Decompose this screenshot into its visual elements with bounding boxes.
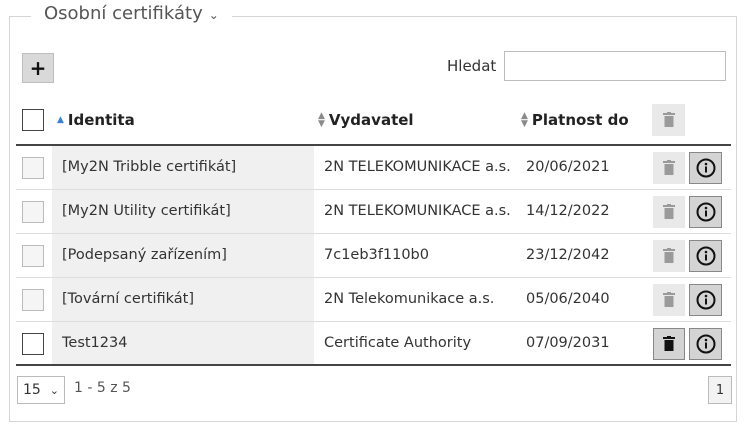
info-icon <box>696 290 715 310</box>
row-checkbox[interactable] <box>22 245 44 267</box>
cell-valid-to: 05/06/2040 <box>526 291 610 307</box>
row-checkbox[interactable] <box>22 201 44 223</box>
cell-issuer: Certificate Authority <box>324 335 472 351</box>
sort-asc-icon: ▲ <box>57 115 64 125</box>
cell-valid-to: 23/12/2042 <box>526 247 610 263</box>
panel-border <box>232 16 737 17</box>
info-button[interactable] <box>689 196 722 228</box>
chevron-down-icon: ⌄ <box>49 383 59 397</box>
cell-issuer: 2N TELEKOMUNIKACE a.s. <box>324 159 511 175</box>
cell-identity: [Tovární certifikát] <box>62 291 194 307</box>
cell-valid-to: 14/12/2022 <box>526 203 610 219</box>
trash-icon <box>663 248 675 263</box>
delete-selected-button[interactable] <box>652 104 685 136</box>
table-row[interactable]: [My2N Tribble certifikát] 2N TELEKOMUNIK… <box>16 146 731 190</box>
table-row[interactable]: [My2N Utility certifikát] 2N TELEKOMUNIK… <box>16 190 731 234</box>
page-size-value: 15 <box>23 382 41 398</box>
delete-button[interactable] <box>653 328 685 360</box>
delete-button[interactable] <box>653 152 685 184</box>
delete-button[interactable] <box>653 284 685 316</box>
page-button[interactable]: 1 <box>708 376 732 404</box>
cell-identity: [My2N Tribble certifikát] <box>62 159 237 175</box>
chevron-down-icon: ⌄ <box>208 8 219 22</box>
info-button[interactable] <box>689 152 722 184</box>
cell-valid-to: 07/09/2031 <box>526 335 610 351</box>
select-all-checkbox[interactable] <box>22 109 44 131</box>
table-row[interactable]: Test1234 Certificate Authority 07/09/203… <box>16 322 731 366</box>
column-header-identity[interactable]: ▲ Identita <box>57 111 135 129</box>
cell-identity: Test1234 <box>62 335 128 351</box>
row-checkbox[interactable] <box>22 333 44 355</box>
cell-issuer: 2N Telekomunikace a.s. <box>324 291 495 307</box>
trash-icon <box>663 160 675 175</box>
cell-identity: [Podepsaný zařízením] <box>62 247 227 263</box>
cell-identity: [My2N Utility certifikát] <box>62 203 231 219</box>
trash-icon <box>663 292 675 307</box>
cell-valid-to: 20/06/2021 <box>526 159 610 175</box>
table-footer-divider <box>16 364 731 366</box>
delete-button[interactable] <box>653 240 685 272</box>
table-row[interactable]: [Tovární certifikát] 2N Telekomunikace a… <box>16 278 731 322</box>
search-input[interactable] <box>504 51 726 81</box>
panel-border <box>9 16 31 17</box>
page-size-select[interactable]: 15 ⌄ <box>17 376 65 404</box>
trash-icon <box>662 112 675 127</box>
column-header-valid-to[interactable]: ▲ ▼ Platnost do <box>521 111 629 129</box>
trash-icon <box>663 336 675 351</box>
add-certificate-button[interactable]: + <box>22 53 54 83</box>
plus-icon: + <box>29 56 47 80</box>
cell-issuer: 7c1eb3f110b0 <box>324 247 429 263</box>
info-icon <box>696 158 715 178</box>
panel-title[interactable]: Osobní certifikáty ⌄ <box>44 3 223 24</box>
info-button[interactable] <box>689 328 722 360</box>
sort-icon: ▲ ▼ <box>318 111 325 129</box>
info-button[interactable] <box>689 240 722 272</box>
cell-issuer: 2N TELEKOMUNIKACE a.s. <box>324 203 511 219</box>
delete-button[interactable] <box>653 196 685 228</box>
trash-icon <box>663 204 675 219</box>
column-header-issuer[interactable]: ▲ ▼ Vydavatel <box>318 111 414 129</box>
info-button[interactable] <box>689 284 722 316</box>
row-checkbox[interactable] <box>22 289 44 311</box>
search-label: Hledat <box>447 57 497 75</box>
table-row[interactable]: [Podepsaný zařízením] 7c1eb3f110b0 23/12… <box>16 234 731 278</box>
row-checkbox[interactable] <box>22 157 44 179</box>
sort-icon: ▲ ▼ <box>521 111 528 129</box>
info-icon <box>696 202 715 222</box>
page-range-info: 1 - 5 z 5 <box>74 380 131 396</box>
info-icon <box>696 334 715 354</box>
info-icon <box>696 246 715 266</box>
panel-title-text: Osobní certifikáty <box>44 3 203 24</box>
